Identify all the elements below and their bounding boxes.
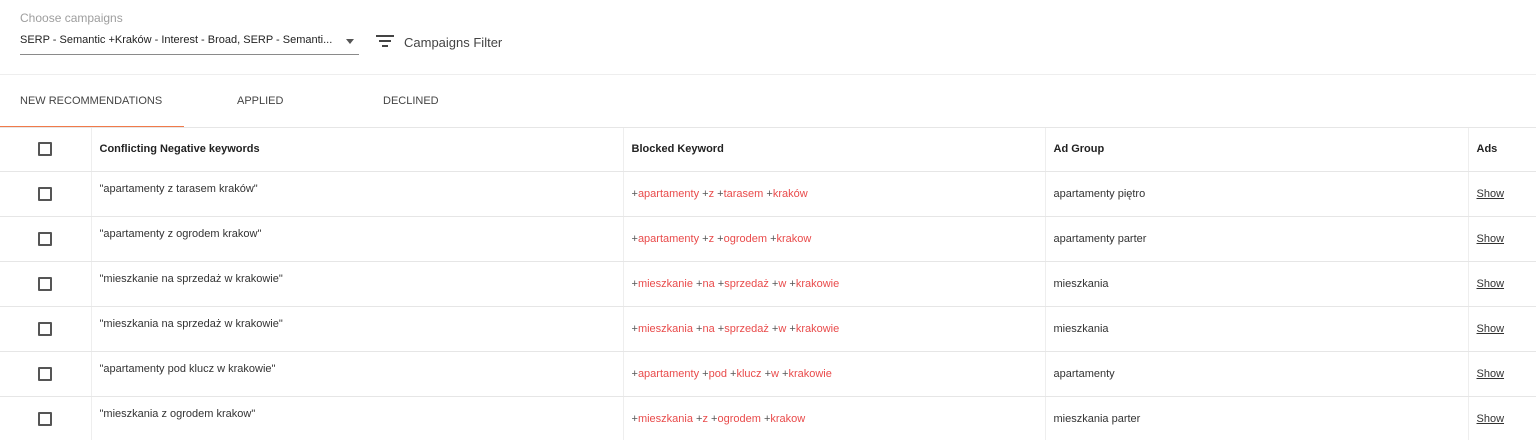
negative-keyword-cell: "apartamenty z ogrodem krakow" <box>91 216 624 262</box>
blocked-keyword-word: apartamenty <box>637 367 700 380</box>
row-checkbox[interactable] <box>38 276 53 291</box>
campaigns-select-value: SERP - Semantic +Kraków - Interest - Bro… <box>20 34 333 46</box>
show-ads-link[interactable]: Show <box>1477 278 1505 290</box>
header: Choose campaigns SERP - Semantic +Kraków… <box>0 0 1536 75</box>
table-header-row: Conflicting Negative keywords Blocked Ke… <box>0 128 1536 172</box>
campaigns-filter-label: Campaigns Filter <box>404 35 503 50</box>
blocked-keyword-word: w <box>771 367 779 380</box>
show-ads-link[interactable]: Show <box>1477 188 1505 200</box>
column-header-negative-keywords: Conflicting Negative keywords <box>91 128 624 172</box>
row-checkbox[interactable] <box>38 321 53 336</box>
ads-cell: Show <box>1468 351 1536 397</box>
row-select-cell <box>0 216 92 262</box>
blocked-keyword-word: krakowie <box>795 277 840 290</box>
blocked-keyword-word: w <box>778 277 787 290</box>
tab-label: APPLIED <box>237 95 284 107</box>
ad-group-cell: apartamenty <box>1045 351 1469 397</box>
blocked-keyword-word: klucz <box>736 367 762 380</box>
tab-declined[interactable]: DECLINED <box>332 75 492 128</box>
blocked-keyword-word: apartamenty <box>637 232 700 245</box>
table-row: "mieszkania na sprzedaż w krakowie" +mies… <box>0 306 1536 352</box>
blocked-keyword-word: sprzedaż <box>724 322 769 335</box>
dropdown-arrow-icon <box>346 39 354 44</box>
table-row: "apartamenty z tarasem kraków" +apartamen… <box>0 171 1536 217</box>
blocked-keyword-word: z <box>708 232 715 245</box>
blocked-keyword-cell: +mieszkanie +na +sprzedaż +w +krakowie <box>623 261 1046 307</box>
row-select-cell <box>0 396 92 440</box>
ads-cell: Show <box>1468 306 1536 352</box>
table-row: "mieszkanie na sprzedaż w krakowie" +mies… <box>0 261 1536 307</box>
blocked-keyword-word: z <box>708 187 715 200</box>
row-select-cell <box>0 171 92 217</box>
blocked-keyword-word: na <box>702 277 715 290</box>
row-checkbox[interactable] <box>38 366 53 381</box>
campaigns-filter-button[interactable]: Campaigns Filter <box>374 30 514 54</box>
filter-icon <box>376 35 394 47</box>
show-ads-link[interactable]: Show <box>1477 413 1505 425</box>
table-body: "apartamenty z tarasem kraków" +apartamen… <box>0 171 1536 440</box>
column-header-blocked-keyword: Blocked Keyword <box>623 128 1046 172</box>
table-row: "mieszkania z ogrodem krakow" +mieszkania… <box>0 396 1536 440</box>
ad-group-cell: apartamenty parter <box>1045 216 1469 262</box>
recommendation-tabs: NEW RECOMMENDATIONS APPLIED DECLINED <box>0 75 1536 128</box>
campaigns-select[interactable]: SERP - Semantic +Kraków - Interest - Bro… <box>20 29 359 55</box>
blocked-keyword-word: w <box>778 322 787 335</box>
blocked-keyword-word: krakow <box>770 412 806 425</box>
ads-cell: Show <box>1468 396 1536 440</box>
ads-cell: Show <box>1468 171 1536 217</box>
negative-keyword-cell: "mieszkania z ogrodem krakow" <box>91 396 624 440</box>
row-select-cell <box>0 261 92 307</box>
ad-group-cell: apartamenty piętro <box>1045 171 1469 217</box>
blocked-keyword-word: sprzedaż <box>724 277 769 290</box>
blocked-keyword-word: pod <box>708 367 727 380</box>
blocked-keyword-cell: +apartamenty +z +tarasem +kraków <box>623 171 1046 217</box>
negative-keyword-cell: "mieszkania na sprzedaż w krakowie" <box>91 306 624 352</box>
blocked-keyword-cell: +mieszkania +na +sprzedaż +w +krakowie <box>623 306 1046 352</box>
blocked-keyword-word: krakowie <box>788 367 832 380</box>
column-header-ad-group: Ad Group <box>1045 128 1469 172</box>
recommendations-table: Conflicting Negative keywords Blocked Ke… <box>0 128 1536 440</box>
row-select-cell <box>0 351 92 397</box>
negative-keyword-cell: "mieszkanie na sprzedaż w krakowie" <box>91 261 624 307</box>
blocked-keyword-word: ogrodem <box>723 232 768 245</box>
blocked-keyword-word: ogrodem <box>717 412 761 425</box>
blocked-keyword-word: apartamenty <box>637 187 700 200</box>
ads-cell: Show <box>1468 216 1536 262</box>
table-row: "apartamenty pod klucz w krakowie" +apart… <box>0 351 1536 397</box>
blocked-keyword-cell: +mieszkania +z +ogrodem +krakow <box>623 396 1046 440</box>
negative-keyword-cell: "apartamenty pod klucz w krakowie" <box>91 351 624 397</box>
show-ads-link[interactable]: Show <box>1477 233 1505 245</box>
tab-applied[interactable]: APPLIED <box>184 75 332 128</box>
row-checkbox[interactable] <box>38 411 53 426</box>
show-ads-link[interactable]: Show <box>1477 368 1505 380</box>
blocked-keyword-cell: +apartamenty +pod +klucz +w +krakowie <box>623 351 1046 397</box>
blocked-keyword-word: krakowie <box>795 322 840 335</box>
blocked-keyword-word: mieszkania <box>637 412 693 425</box>
ad-group-cell: mieszkania <box>1045 306 1469 352</box>
select-all-checkbox[interactable] <box>38 142 53 157</box>
blocked-keyword-word: mieszkania <box>637 322 693 335</box>
row-select-cell <box>0 306 92 352</box>
show-ads-link[interactable]: Show <box>1477 323 1505 335</box>
blocked-keyword-word: mieszkanie <box>637 277 693 290</box>
tab-new-recommendations[interactable]: NEW RECOMMENDATIONS <box>0 75 184 128</box>
ad-group-cell: mieszkania <box>1045 261 1469 307</box>
select-all-cell <box>0 128 92 172</box>
column-header-ads: Ads <box>1468 128 1536 172</box>
ad-group-cell: mieszkania parter <box>1045 396 1469 440</box>
blocked-keyword-word: tarasem <box>723 187 764 200</box>
ads-cell: Show <box>1468 261 1536 307</box>
blocked-keyword-word: na <box>702 322 715 335</box>
negative-keyword-cell: "apartamenty z tarasem kraków" <box>91 171 624 217</box>
blocked-keyword-cell: +apartamenty +z +ogrodem +krakow <box>623 216 1046 262</box>
blocked-keyword-word: kraków <box>772 187 808 200</box>
tab-label: DECLINED <box>383 95 439 107</box>
choose-campaigns-label: Choose campaigns <box>20 11 123 25</box>
tab-label: NEW RECOMMENDATIONS <box>20 95 163 107</box>
row-checkbox[interactable] <box>38 231 53 246</box>
table-row: "apartamenty z ogrodem krakow" +apartamen… <box>0 216 1536 262</box>
blocked-keyword-word: krakow <box>776 232 812 245</box>
row-checkbox[interactable] <box>38 186 53 201</box>
blocked-keyword-word: z <box>702 412 708 425</box>
